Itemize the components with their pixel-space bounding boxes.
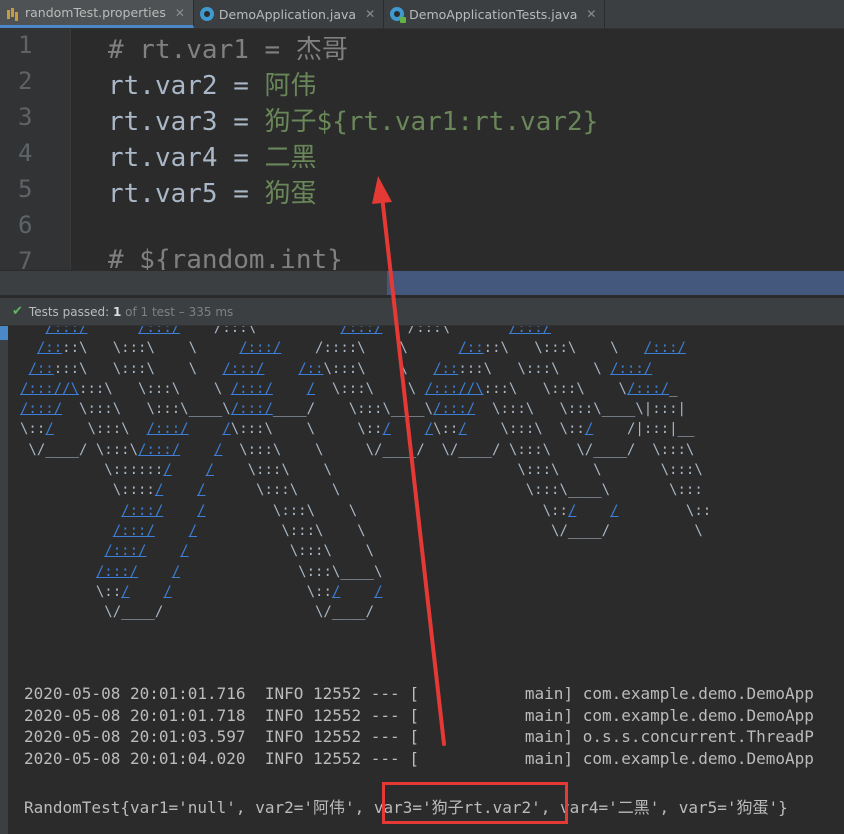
line-number: 4 — [18, 139, 33, 167]
tab-random-test-properties[interactable]: randomTest.properties ✕ — [0, 0, 194, 28]
property-value: 狗蛋 — [264, 179, 317, 209]
close-icon[interactable]: ✕ — [175, 6, 185, 20]
tab-demo-application[interactable]: DemoApplication.java ✕ — [194, 0, 385, 28]
test-status-label: Tests passed: 1 of 1 test – 335 ms — [28, 304, 234, 319]
property-value: 二黑 — [264, 143, 317, 173]
code-line[interactable]: rt.var2 = 阿伟 — [108, 65, 317, 102]
log-line: 2020-05-08 20:01:03.597 INFO 12552 --- [… — [24, 727, 814, 746]
log-line: 2020-05-08 20:01:04.020 INFO 12552 --- [… — [24, 749, 814, 768]
annotation-highlight-box — [382, 782, 568, 824]
line-number: 3 — [18, 103, 33, 131]
property-value: 阿伟 — [264, 71, 317, 101]
test-status-bar: ✔ Tests passed: 1 of 1 test – 335 ms — [0, 298, 844, 326]
property-value: 狗子${rt.var1:rt.var2} — [264, 107, 599, 137]
line-number: 6 — [18, 211, 33, 239]
comment-text: # rt.var1 = 杰哥 — [108, 35, 348, 65]
log-line: 2020-05-08 20:01:01.718 INFO 12552 --- [… — [24, 706, 814, 725]
property-key: rt.var4 = — [108, 143, 265, 173]
active-marker — [0, 326, 8, 340]
line-number: 7 — [18, 247, 33, 270]
tab-label: DemoApplication.java — [218, 6, 357, 22]
close-icon[interactable]: ✕ — [586, 7, 596, 21]
code-line[interactable]: # rt.var1 = 杰哥 — [108, 29, 348, 66]
line-number: 1 — [18, 31, 33, 59]
java-class-icon — [199, 7, 214, 21]
property-key: rt.var5 = — [108, 179, 265, 209]
code-editor[interactable]: 1 2 3 4 5 6 7 # rt.var1 = 杰哥 rt.var2 = 阿… — [0, 29, 844, 270]
tab-label: randomTest.properties — [25, 5, 166, 20]
console-side-strip — [0, 326, 8, 834]
line-number: 2 — [18, 67, 33, 95]
editor-tab-bar: randomTest.properties ✕ DemoApplication.… — [0, 0, 844, 29]
line-number-gutter: 1 2 3 4 5 6 7 — [0, 29, 71, 270]
run-console[interactable]: /:::/ /:::/ /:::\ /:::/ /:::\ /:::/ /:::… — [0, 326, 844, 834]
code-line[interactable]: rt.var4 = 二黑 — [108, 137, 317, 174]
code-line[interactable]: # ${random.int} — [108, 245, 343, 270]
check-icon: ✔ — [12, 304, 23, 319]
code-line[interactable]: rt.var5 = 狗蛋 — [108, 173, 317, 210]
log-line: 2020-05-08 20:01:01.716 INFO 12552 --- [… — [24, 684, 814, 703]
tab-demo-application-tests[interactable]: DemoApplicationTests.java ✕ — [384, 0, 606, 28]
line-number: 5 — [18, 175, 33, 203]
comment-text: # ${random.int} — [108, 245, 343, 270]
property-key: rt.var3 = — [108, 107, 265, 137]
code-line[interactable]: rt.var3 = 狗子${rt.var1:rt.var2} — [108, 101, 598, 138]
tab-label: DemoApplicationTests.java — [409, 6, 578, 22]
panel-splitter[interactable] — [0, 270, 844, 295]
property-key: rt.var2 = — [108, 71, 265, 101]
java-test-class-icon — [390, 7, 407, 23]
spring-ascii-banner: /:::/ /:::/ /:::\ /:::/ /:::\ /:::/ /:::… — [20, 326, 712, 621]
properties-file-icon — [6, 6, 20, 20]
close-icon[interactable]: ✕ — [365, 7, 375, 21]
selection-highlight — [387, 271, 844, 295]
